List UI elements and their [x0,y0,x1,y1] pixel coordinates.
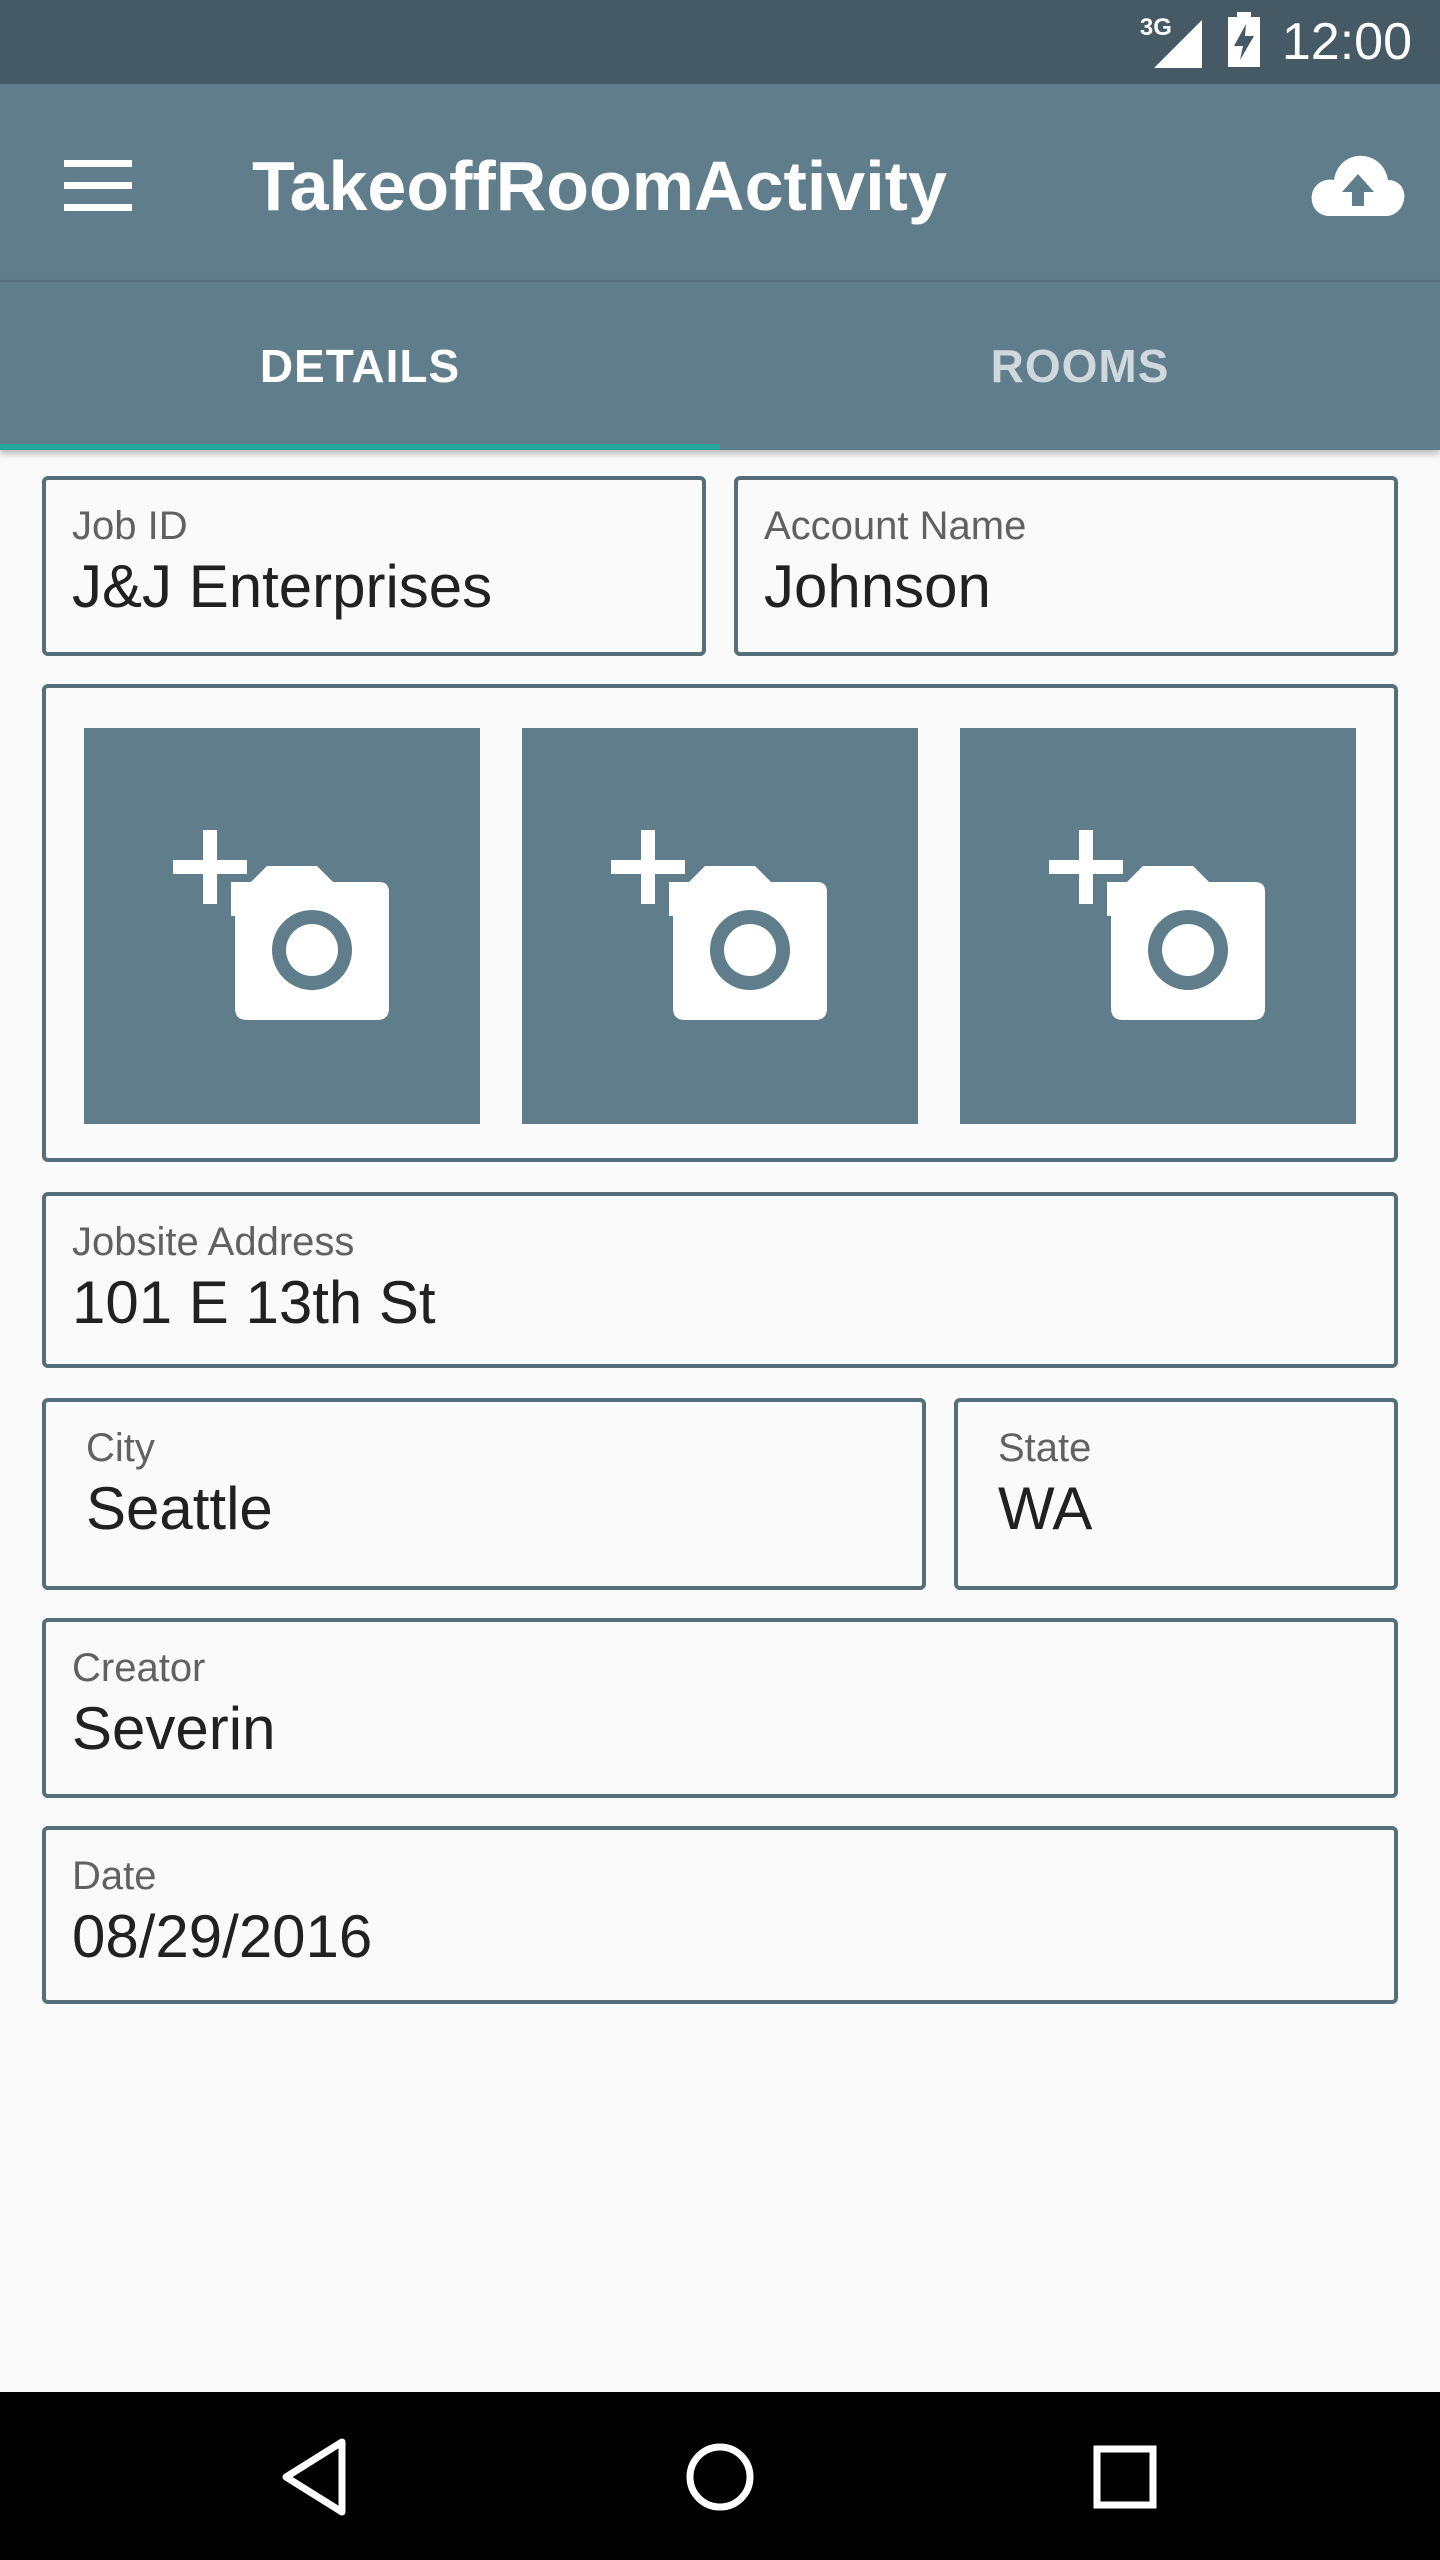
menu-button[interactable] [56,144,140,228]
city-field[interactable]: City Seattle [42,1398,926,1590]
status-bar: 3G 12:00 [0,0,1440,84]
city-value: Seattle [86,1475,273,1542]
jobsite-address-value: 101 E 13th St [72,1269,436,1336]
add-a-photo-icon [611,830,827,1020]
status-icons: 3G 12:00 [1140,0,1412,84]
job-id-value: J&J Enterprises [72,553,493,620]
upload-button[interactable] [1308,146,1408,226]
state-value: WA [998,1475,1093,1542]
add-a-photo-icon [1049,830,1265,1020]
creator-value: Severin [72,1695,276,1762]
job-id-field[interactable]: Job ID J&J Enterprises [42,476,706,656]
cloud-upload-icon [1311,155,1405,216]
city-label: City [86,1426,155,1470]
tab-bar: DETAILS ROOMS [0,280,1440,450]
home-icon [686,2443,754,2511]
add-a-photo-icon [173,830,389,1020]
app-bar: TakeoffRoomActivity [0,84,1440,280]
state-field[interactable]: State WA [954,1398,1398,1590]
add-photo-button-1[interactable] [84,728,480,1124]
account-name-value: Johnson [764,553,991,620]
app-title: TakeoffRoomActivity [252,147,947,225]
back-icon [282,2438,346,2516]
creator-field[interactable]: Creator Severin [42,1618,1398,1798]
job-id-label: Job ID [72,504,188,548]
back-button[interactable] [272,2432,362,2522]
recents-icon [1093,2445,1157,2509]
date-label: Date [72,1854,157,1898]
menu-icon [64,160,132,211]
photo-panel [42,684,1398,1162]
state-label: State [998,1426,1092,1470]
tab-details[interactable]: DETAILS [0,282,720,450]
creator-label: Creator [72,1646,206,1690]
jobsite-address-field[interactable]: Jobsite Address 101 E 13th St [42,1192,1398,1368]
navigation-bar [0,2392,1440,2560]
date-field[interactable]: Date 08/29/2016 [42,1826,1398,2004]
home-button[interactable] [675,2432,765,2522]
date-value: 08/29/2016 [72,1903,373,1970]
add-photo-button-3[interactable] [960,728,1356,1124]
signal-icon: 3G [1140,14,1204,70]
recents-button[interactable] [1080,2432,1170,2522]
tab-rooms[interactable]: ROOMS [720,282,1440,450]
jobsite-address-label: Jobsite Address [72,1220,355,1264]
account-name-label: Account Name [764,504,1027,548]
tab-indicator [0,444,720,450]
account-name-field[interactable]: Account Name Johnson [734,476,1398,656]
status-time: 12:00 [1281,13,1412,71]
add-photo-button-2[interactable] [522,728,918,1124]
battery-charging-icon [1226,11,1262,73]
